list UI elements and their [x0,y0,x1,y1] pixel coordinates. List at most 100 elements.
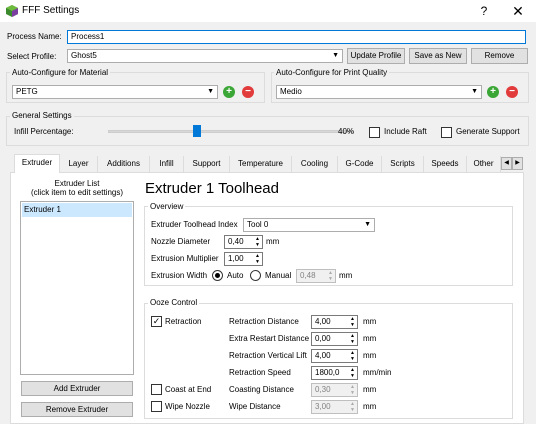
wipe-distance-input[interactable]: 3,00 ▲ ▼ [311,400,358,414]
width-auto-label: Auto [227,271,244,280]
list-item[interactable]: Extruder 1 [22,203,132,217]
vertical-lift-value: 4,00 [315,351,331,360]
generate-support-label: Generate Support [456,127,520,136]
spinner-icon[interactable]: ▲ ▼ [348,384,357,396]
coasting-distance-input[interactable]: 0,30 ▲ ▼ [311,383,358,397]
retraction-distance-unit: mm [363,317,377,326]
nozzle-diameter-input[interactable]: 0,40 ▲ ▼ [224,235,263,249]
spinner-icon[interactable]: ▲ ▼ [348,316,357,328]
extrusion-multiplier-input[interactable]: 1,00 ▲ ▼ [224,252,263,266]
tab-g-code[interactable]: G-Code [338,156,382,172]
wipe-distance-value: 3,00 [315,402,331,411]
remove-material-icon[interactable]: − [242,86,254,98]
coast-at-end-checkbox[interactable] [151,384,162,395]
tab-extruder[interactable]: Extruder [14,154,60,173]
retraction-checkbox[interactable]: ✓ [151,316,162,327]
add-material-icon[interactable]: + [223,86,235,98]
remove-extruder-button[interactable]: Remove Extruder [21,402,133,417]
coasting-distance-unit: mm [363,385,377,394]
window-title: FFF Settings [22,5,80,16]
app-icon [6,5,18,17]
coasting-distance-label: Coasting Distance [229,385,294,394]
retraction-speed-label: Retraction Speed [229,368,291,377]
infill-slider-thumb[interactable] [193,125,202,137]
material-select[interactable]: PETG ▼ [12,85,218,99]
width-manual-label: Manual [265,271,292,280]
retraction-distance-input[interactable]: 4,00 ▲ ▼ [311,315,358,329]
tab-layer[interactable]: Layer [60,156,98,172]
tab-additions[interactable]: Additions [98,156,150,172]
retraction-speed-input[interactable]: 1800,0 ▲ ▼ [311,366,358,380]
retraction-speed-value: 1800,0 [315,368,340,377]
wipe-nozzle-label: Wipe Nozzle [165,402,210,411]
extrusion-width-label: Extrusion Width [151,271,208,280]
toolhead-heading: Extruder 1 Toolhead [145,180,279,197]
spinner-icon[interactable]: ▲ ▼ [348,333,357,345]
process-name-input[interactable]: Process1 [67,30,526,44]
spinner-icon[interactable]: ▲ ▼ [253,236,262,248]
spinner-icon[interactable]: ▲ ▼ [253,253,262,265]
wipe-nozzle-checkbox[interactable] [151,401,162,412]
ooze-group-title: Ooze Control [148,298,200,308]
overview-group-title: Overview [148,202,186,212]
remove-profile-button[interactable]: Remove [471,48,528,64]
remove-quality-icon[interactable]: − [506,86,518,98]
tab-temperature[interactable]: Temperature [230,156,292,172]
extra-restart-distance-unit: mm [363,334,377,343]
quality-select[interactable]: Medio ▼ [276,85,482,99]
material-group-title: Auto-Configure for Material [10,68,111,78]
extra-restart-distance-input[interactable]: 0,00 ▲ ▼ [311,332,358,346]
tab-cooling[interactable]: Cooling [292,156,338,172]
tab-infill[interactable]: Infill [150,156,184,172]
spinner-icon[interactable]: ▲ ▼ [348,401,357,413]
tab-speeds[interactable]: Speeds [424,156,467,172]
chevron-down-icon: ▼ [364,221,371,228]
update-profile-button[interactable]: Update Profile [347,48,405,64]
profile-select-value: Ghost5 [71,51,97,60]
add-extruder-button[interactable]: Add Extruder [21,381,133,396]
width-auto-radio[interactable] [212,270,223,281]
material-select-value: PETG [16,87,38,96]
extrusion-width-value: 0,48 [300,271,316,280]
nozzle-diameter-unit: mm [266,237,280,246]
tab-scroll-left-icon[interactable]: ◀ [501,157,512,170]
infill-slider-track[interactable] [108,130,354,133]
chevron-down-icon: ▼ [471,88,478,95]
vertical-lift-input[interactable]: 4,00 ▲ ▼ [311,349,358,363]
extrusion-width-input[interactable]: 0,48 ▲ ▼ [296,269,336,283]
toolhead-index-label: Extruder Toolhead Index [151,220,238,229]
extrusion-width-unit: mm [339,271,353,280]
toolhead-index-select[interactable]: Tool 0 ▼ [243,218,375,232]
spinner-icon[interactable]: ▲ ▼ [348,367,357,379]
chevron-down-icon: ▼ [207,88,214,95]
extra-restart-distance-value: 0,00 [315,334,331,343]
include-raft-label: Include Raft [384,127,427,136]
nozzle-diameter-label: Nozzle Diameter [151,237,211,246]
save-as-new-button[interactable]: Save as New [409,48,467,64]
retraction-distance-value: 4,00 [315,317,331,326]
spinner-icon[interactable]: ▲ ▼ [326,270,335,282]
infill-percentage-label: Infill Percentage: [14,127,74,136]
help-button[interactable]: ? [472,2,496,20]
tab-scroll-right-icon[interactable]: ▶ [512,157,523,170]
extra-restart-distance-label: Extra Restart Distance [229,334,310,343]
tab-other[interactable]: Other [467,156,501,172]
add-quality-icon[interactable]: + [487,86,499,98]
general-group-title: General Settings [10,111,74,121]
width-manual-radio[interactable] [250,270,261,281]
close-button[interactable]: ✕ [506,2,530,20]
extruder-list: Extruder 1 [20,201,134,375]
vertical-lift-label: Retraction Vertical Lift [229,351,307,360]
include-raft-checkbox[interactable] [369,127,380,138]
title-bar [0,0,536,22]
wipe-distance-label: Wipe Distance [229,402,281,411]
retraction-label: Retraction [165,317,202,326]
wipe-distance-unit: mm [363,402,377,411]
profile-select[interactable]: Ghost5 ▼ [67,49,343,63]
process-name-label: Process Name: [7,32,62,41]
tab-scripts[interactable]: Scripts [382,156,424,172]
nozzle-diameter-value: 0,40 [228,237,244,246]
spinner-icon[interactable]: ▲ ▼ [348,350,357,362]
generate-support-checkbox[interactable] [441,127,452,138]
tab-support[interactable]: Support [184,156,230,172]
